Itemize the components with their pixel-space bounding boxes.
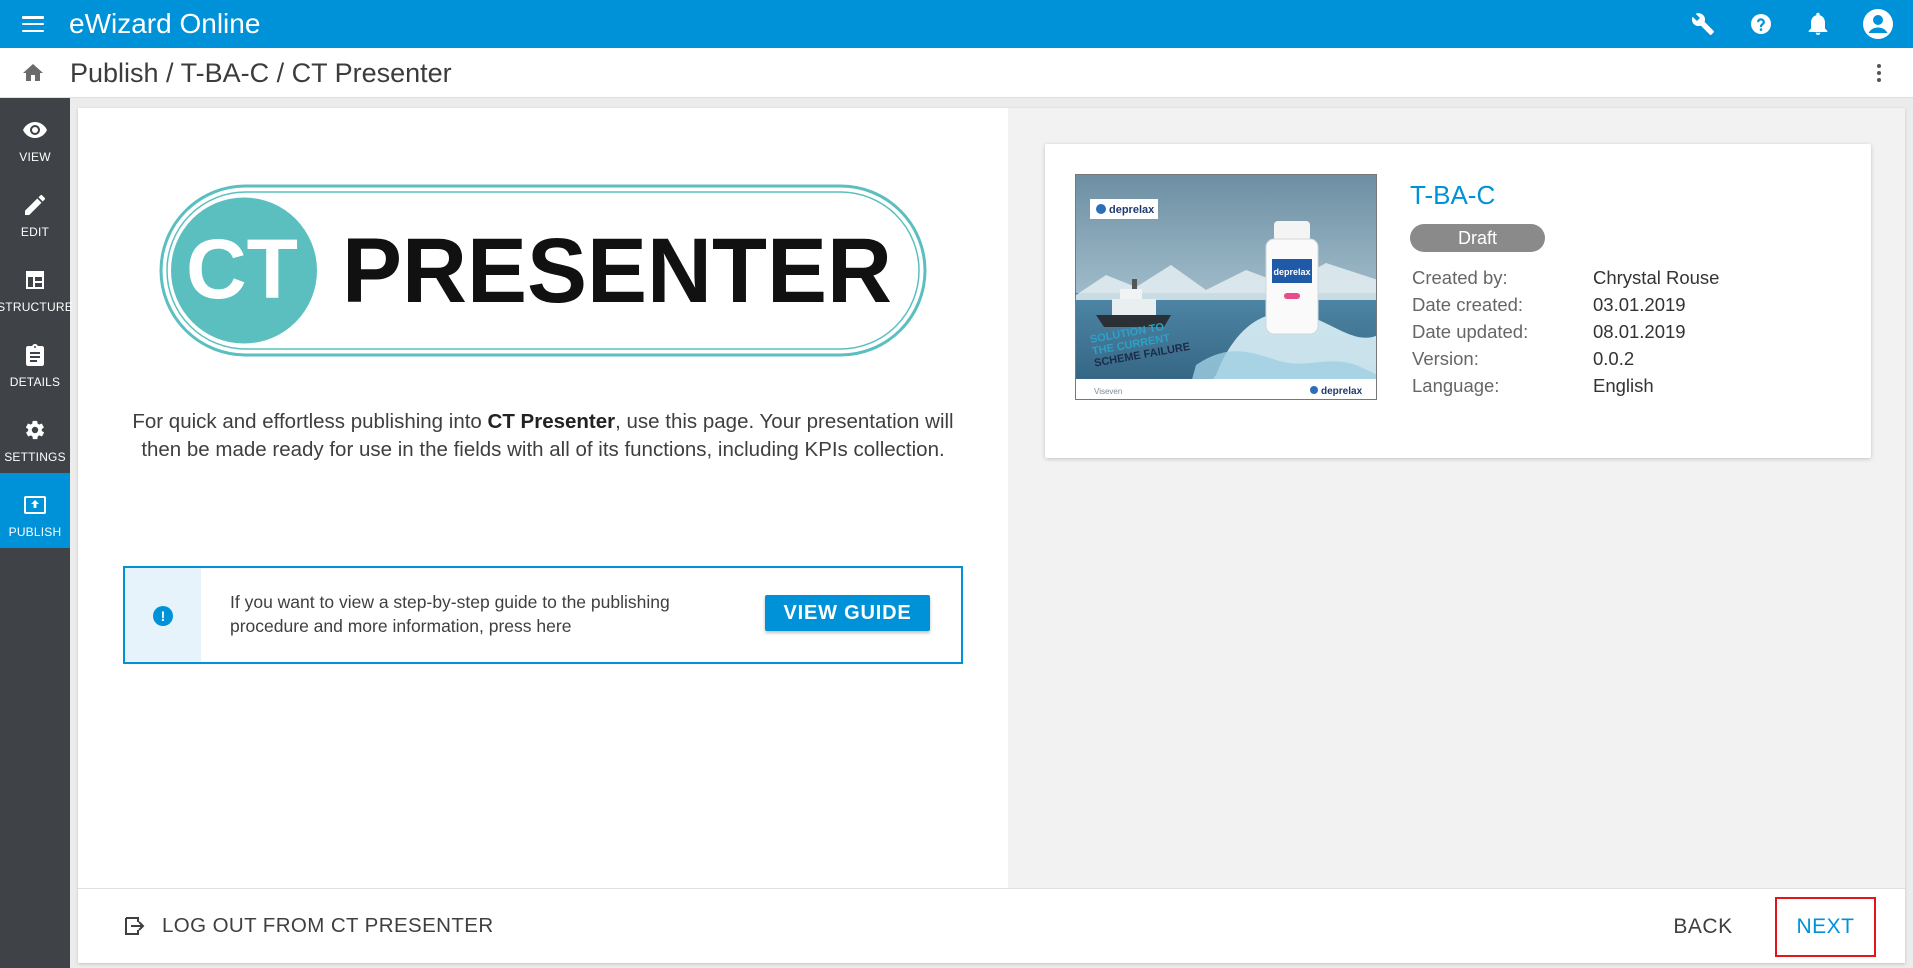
- thumbnail-bottle-brand: deprelax: [1273, 267, 1310, 277]
- top-bar: eWizard Online: [0, 0, 1913, 48]
- presentation-card: deprelax deprelax SOLUTION TO THE CURREN…: [1045, 144, 1871, 458]
- home-icon[interactable]: [22, 62, 44, 84]
- next-button[interactable]: NEXT: [1775, 897, 1876, 957]
- version-value: 0.0.2: [1593, 348, 1635, 369]
- status-badge: Draft: [1410, 224, 1545, 252]
- wrench-icon[interactable]: [1689, 10, 1717, 38]
- back-button[interactable]: BACK: [1658, 905, 1748, 949]
- bell-icon[interactable]: [1804, 10, 1832, 38]
- structure-icon: [22, 268, 48, 292]
- logout-icon: [125, 917, 145, 935]
- logo-badge-text: CT: [186, 222, 298, 316]
- sidebar-item-label: VIEW: [19, 150, 51, 164]
- info-icon: !: [153, 606, 173, 626]
- main-panel: CT PRESENTER For quick and effortless pu…: [78, 108, 1905, 963]
- help-icon[interactable]: [1747, 10, 1775, 38]
- sidebar: VIEW EDIT STRUCTURE DETAILS SETTINGS PUB…: [0, 98, 73, 968]
- clipboard-icon: [22, 343, 48, 367]
- thumbnail-footer-left: Viseven: [1094, 387, 1122, 396]
- publish-info-pane: CT PRESENTER For quick and effortless pu…: [78, 108, 1008, 888]
- eye-icon: [22, 118, 48, 142]
- breadcrumb-bar: Publish / T-BA-C / CT Presenter: [0, 48, 1913, 98]
- sidebar-item-view[interactable]: VIEW: [0, 98, 70, 173]
- sidebar-item-details[interactable]: DETAILS: [0, 323, 70, 398]
- date-created-value: 03.01.2019: [1593, 294, 1686, 315]
- app-title: eWizard Online: [69, 8, 261, 39]
- ct-presenter-name: CT Presenter: [487, 410, 616, 433]
- pencil-icon: [22, 193, 48, 217]
- sidebar-item-label: DETAILS: [9, 375, 61, 389]
- footer-bar: LOG OUT FROM CT PRESENTER BACK NEXT: [78, 888, 1905, 963]
- presentation-thumbnail[interactable]: deprelax deprelax SOLUTION TO THE CURREN…: [1075, 174, 1377, 400]
- sidebar-item-label: SETTINGS: [4, 450, 66, 464]
- language-value: English: [1593, 375, 1654, 396]
- publish-icon: [22, 493, 48, 517]
- ct-presenter-logo: CT PRESENTER: [158, 183, 928, 358]
- breadcrumb: Publish / T-BA-C / CT Presenter: [70, 58, 452, 88]
- menu-icon[interactable]: [22, 16, 44, 33]
- sidebar-item-structure[interactable]: STRUCTURE: [0, 248, 73, 323]
- thumbnail-brand: deprelax: [1109, 204, 1155, 216]
- thumbnail-footer-brand: deprelax: [1321, 386, 1363, 397]
- sidebar-item-label: EDIT: [20, 225, 50, 239]
- created-by-value: Chrystal Rouse: [1593, 267, 1720, 288]
- publish-description: For quick and effortless publishing into…: [132, 410, 954, 461]
- account-icon[interactable]: [1862, 8, 1894, 40]
- more-vert-icon[interactable]: [1866, 60, 1892, 86]
- sidebar-item-edit[interactable]: EDIT: [0, 173, 70, 248]
- date-updated-value: 08.01.2019: [1593, 321, 1686, 342]
- logout-label: LOG OUT FROM CT PRESENTER: [162, 914, 494, 937]
- guide-box: ! If you want to view a step-by-step gui…: [123, 566, 963, 664]
- gear-icon: [22, 418, 48, 442]
- sidebar-item-label: PUBLISH: [8, 525, 62, 539]
- logo-word: PRESENTER: [342, 220, 892, 322]
- guide-text: If you want to view a step-by-step guide…: [230, 592, 670, 636]
- sidebar-item-publish[interactable]: PUBLISH: [0, 473, 70, 548]
- presentation-title[interactable]: T-BA-C: [1410, 180, 1495, 211]
- sidebar-item-label: STRUCTURE: [0, 300, 73, 314]
- sidebar-item-settings[interactable]: SETTINGS: [0, 398, 70, 473]
- view-guide-button[interactable]: VIEW GUIDE: [765, 595, 930, 631]
- logout-button[interactable]: LOG OUT FROM CT PRESENTER: [122, 911, 494, 941]
